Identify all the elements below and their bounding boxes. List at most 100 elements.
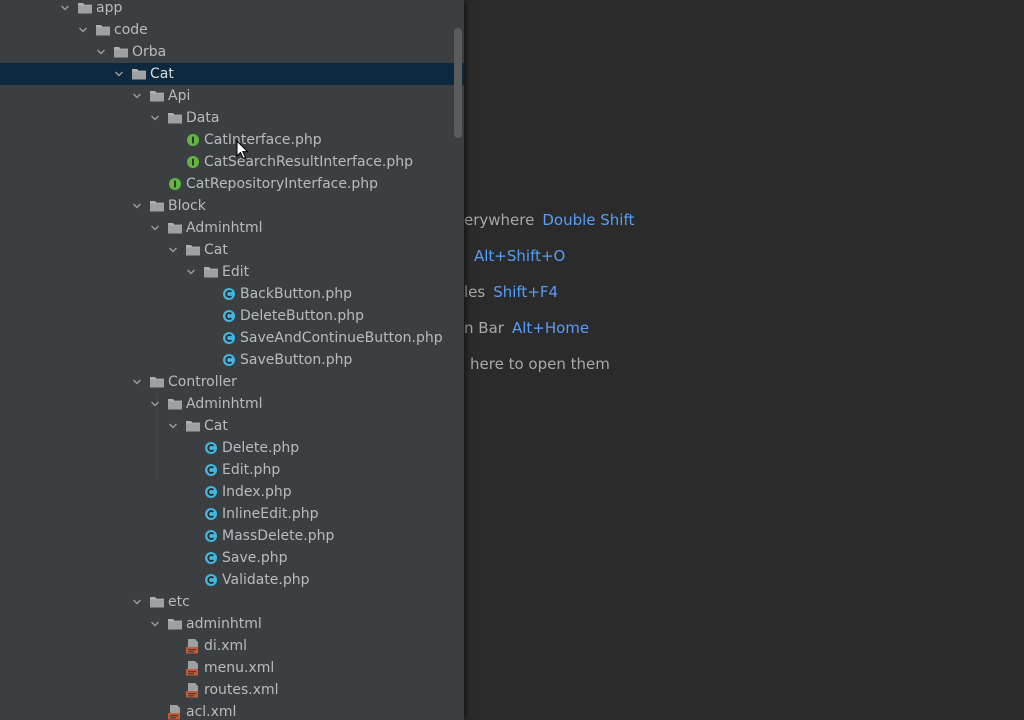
chevron-down-icon[interactable] [58,0,72,19]
tree-item[interactable]: CatSearchResultInterface.php [0,151,464,173]
php-class-icon [203,484,219,500]
folder-icon [95,22,111,38]
tree-item-label: di.xml [204,638,248,654]
hint-text: here to open them [470,355,610,373]
chevron-down-icon[interactable] [76,19,90,41]
php-class-icon [221,286,237,302]
tree-item[interactable]: Block [0,195,464,217]
tree-item[interactable]: InlineEdit.php [0,503,464,525]
chevron-down-icon[interactable] [130,591,144,613]
tree-item[interactable]: Save.php [0,547,464,569]
chevron-down-icon[interactable] [148,613,162,635]
hint-shortcut: Alt+Shift+O [474,247,566,265]
folder-icon [77,0,93,16]
tree-item[interactable]: Edit [0,261,464,283]
xml-file-icon [185,638,201,654]
tree-item-label: Save.php [222,550,288,566]
tree-item[interactable]: CatInterface.php [0,129,464,151]
php-class-icon [203,572,219,588]
hint-text: erywhere [464,211,535,229]
chevron-down-icon[interactable] [148,217,162,239]
tree-item[interactable]: routes.xml [0,679,464,701]
tree-item[interactable]: Adminhtml [0,393,464,415]
tree-item-label: Adminhtml [186,220,263,236]
tree-item[interactable]: Cat [0,63,464,85]
php-class-icon [221,308,237,324]
tree-item[interactable]: Validate.php [0,569,464,591]
php-class-icon [203,506,219,522]
folder-icon [131,66,147,82]
php-class-icon [203,440,219,456]
tree-item[interactable]: Cat [0,239,464,261]
folder-icon [167,220,183,236]
hint-shortcut: Shift+F4 [493,283,559,301]
tree-item[interactable]: etc [0,591,464,613]
tree-item[interactable]: Api [0,85,464,107]
folder-icon [149,594,165,610]
chevron-down-icon[interactable] [148,393,162,415]
tree-item-label: menu.xml [204,660,275,676]
chevron-down-icon[interactable] [130,85,144,107]
tree-scrollbar[interactable] [454,28,462,138]
tree-item[interactable]: adminhtml [0,613,464,635]
tree-item-label: Adminhtml [186,396,263,412]
tree-item[interactable]: app [0,0,464,19]
folder-icon [149,198,165,214]
hint-go-to-file: Alt+Shift+O [466,246,565,266]
tree-item-label: code [114,22,148,38]
tree-item[interactable]: CatRepositoryInterface.php [0,173,464,195]
php-class-icon [203,462,219,478]
tree-item-label: Cat [204,418,228,434]
chevron-down-icon[interactable] [94,41,108,63]
hint-search-everywhere: erywhere Double Shift [464,210,634,230]
tree-item[interactable]: acl.xml [0,701,464,720]
tree-item[interactable]: SaveButton.php [0,349,464,371]
tree-item-label: CatRepositoryInterface.php [186,176,379,192]
tree-item[interactable]: Delete.php [0,437,464,459]
editor-area[interactable]: erywhere Double Shift Alt+Shift+O les Shif… [464,0,1024,720]
tree-item[interactable]: Data [0,107,464,129]
tree-item[interactable]: Index.php [0,481,464,503]
tree-item[interactable]: MassDelete.php [0,525,464,547]
hint-text: les [464,283,486,301]
chevron-down-icon[interactable] [130,195,144,217]
chevron-down-icon[interactable] [166,415,180,437]
folder-icon [149,88,165,104]
hint-drop-files: here to open them [470,354,610,374]
tree-item-label: MassDelete.php [222,528,335,544]
tree-item-label: Data [186,110,220,126]
chevron-down-icon[interactable] [148,107,162,129]
tree-item[interactable]: di.xml [0,635,464,657]
tree-item[interactable]: code [0,19,464,41]
tree-item[interactable]: BackButton.php [0,283,464,305]
folder-icon [167,396,183,412]
tree-item-label: SaveButton.php [240,352,353,368]
chevron-down-icon[interactable] [130,371,144,393]
php-class-icon [203,528,219,544]
tree-item-label: app [96,0,123,16]
folder-icon [185,418,201,434]
tree-item[interactable]: Adminhtml [0,217,464,239]
tree-item-label: InlineEdit.php [222,506,319,522]
tree-item-label: Edit.php [222,462,281,478]
tree-item-label: adminhtml [186,616,262,632]
tree-item[interactable]: Orba [0,41,464,63]
mouse-cursor-icon [236,140,249,160]
hint-text: n Bar [464,319,504,337]
tree-item[interactable]: Cat [0,415,464,437]
chevron-down-icon[interactable] [166,239,180,261]
tree-item-label: Validate.php [222,572,310,588]
hint-navigation-bar: n Bar Alt+Home [464,318,589,338]
tree-item[interactable]: Controller [0,371,464,393]
php-interface-icon [185,154,201,170]
tree-item[interactable]: SaveAndContinueButton.php [0,327,464,349]
chevron-down-icon[interactable] [184,261,198,283]
tree-item[interactable]: menu.xml [0,657,464,679]
tree-item[interactable]: Edit.php [0,459,464,481]
tree-item-label: Cat [204,242,228,258]
chevron-down-icon[interactable] [112,63,126,85]
project-tree-panel[interactable]: app code Orba Cat Api Data CatInterface.php Cat… [0,0,464,720]
tree-item[interactable]: DeleteButton.php [0,305,464,327]
folder-icon [167,110,183,126]
xml-file-icon [167,704,183,720]
